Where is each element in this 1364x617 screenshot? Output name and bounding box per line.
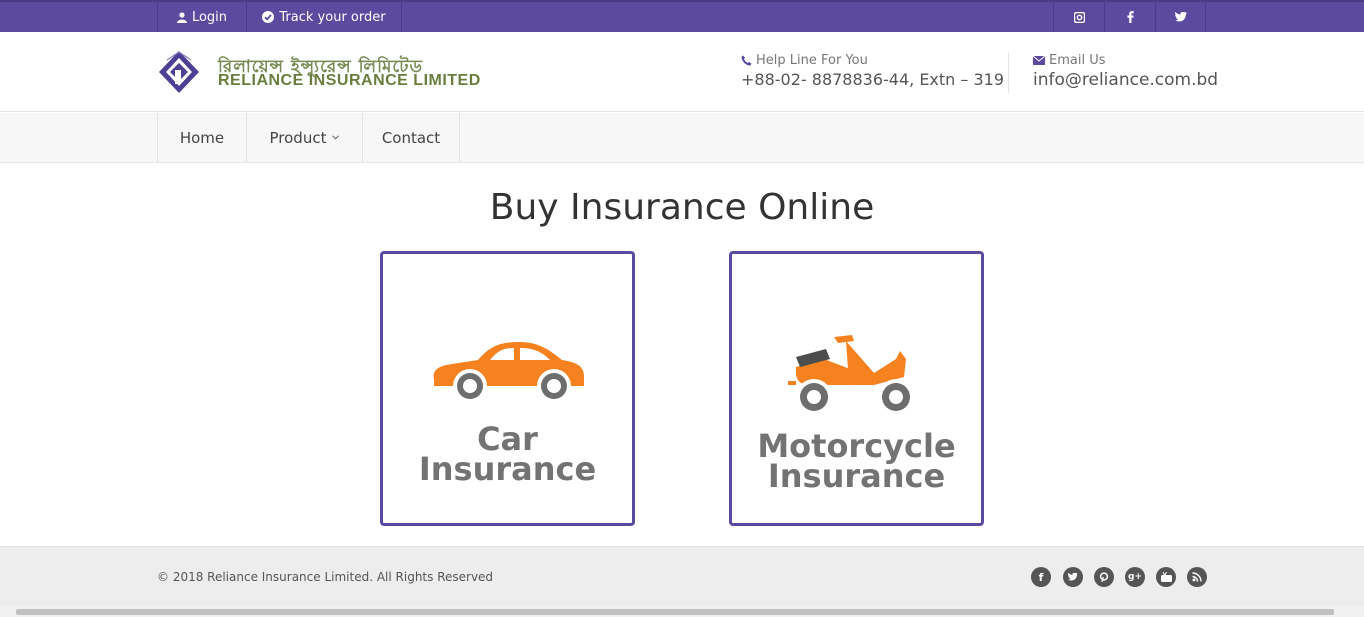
user-icon (176, 11, 187, 23)
footer-twitter-icon[interactable] (1063, 567, 1083, 587)
page-title: Buy Insurance Online (489, 187, 875, 228)
email-address[interactable]: info@reliance.com.bd (1033, 70, 1218, 90)
facebook-link[interactable] (1104, 2, 1155, 32)
nav-product-label: Product (269, 128, 327, 147)
reliance-logo-icon (159, 51, 199, 93)
instagram-icon (1073, 11, 1085, 23)
nav-home[interactable]: Home (157, 113, 246, 162)
footer-pinterest-icon[interactable] (1094, 567, 1114, 587)
nav-product[interactable]: Product (246, 113, 362, 162)
helpline-number: +88-02- 8878836-44, Extn – 319 (741, 70, 1005, 89)
track-order-label: Track your order (279, 9, 386, 25)
site-footer: © 2018 Reliance Insurance Limited. All R… (0, 546, 1364, 606)
email-block: Email Us info@reliance.com.bd (1008, 53, 1218, 93)
email-label: Email Us (1049, 53, 1106, 68)
footer-facebook-icon[interactable]: f (1031, 567, 1051, 587)
car-insurance-line2: Insurance (418, 450, 597, 488)
top-bar: Login Track your order (0, 0, 1364, 32)
motorcycle-icon (788, 335, 914, 415)
email-label-row: Email Us (1033, 53, 1218, 68)
car-insurance-label: Car Insurance (383, 423, 632, 488)
car-insurance-card[interactable]: Car Insurance (380, 251, 635, 526)
main-nav: Home Product Contact (0, 113, 1364, 163)
footer-rss-icon[interactable] (1187, 567, 1207, 587)
helpline-label-row: Help Line For You (741, 53, 1004, 68)
nav-contact[interactable]: Contact (362, 113, 460, 162)
login-link[interactable]: Login (157, 2, 246, 32)
phone-icon (741, 55, 752, 66)
logo-english-text: RELIANCE INSURANCE LIMITED (218, 72, 481, 89)
motorcycle-insurance-line2: Insurance (767, 457, 946, 495)
instagram-link[interactable] (1053, 2, 1104, 32)
motorcycle-insurance-card[interactable]: Motorcycle Insurance (729, 251, 984, 526)
twitter-link[interactable] (1155, 2, 1206, 32)
track-order-link[interactable]: Track your order (246, 2, 402, 32)
company-logo[interactable]: রিলায়েন্স ইন্স্যুরেন্স লিমিটেড RELIANCE… (158, 50, 488, 98)
site-header: রিলায়েন্স ইন্স্যুরেন্স লিমিটেড RELIANCE… (0, 32, 1364, 112)
helpline-label: Help Line For You (756, 53, 868, 68)
footer-youtube-icon[interactable] (1156, 567, 1176, 587)
motorcycle-insurance-label: Motorcycle Insurance (732, 430, 981, 495)
chevron-down-icon (332, 135, 340, 140)
envelope-icon (1033, 56, 1045, 65)
horizontal-scrollbar[interactable] (0, 606, 1364, 617)
login-label: Login (191, 9, 228, 25)
helpline-block: Help Line For You +88-02- 8878836-44, Ex… (741, 53, 1004, 89)
footer-google-plus-icon[interactable]: g+ (1125, 567, 1145, 587)
copyright-text: © 2018 Reliance Insurance Limited. All R… (157, 570, 494, 584)
facebook-icon (1126, 11, 1134, 23)
check-circle-icon (262, 11, 275, 23)
car-icon (433, 342, 584, 403)
scrollbar-thumb[interactable] (16, 609, 1334, 615)
twitter-icon (1174, 12, 1187, 22)
